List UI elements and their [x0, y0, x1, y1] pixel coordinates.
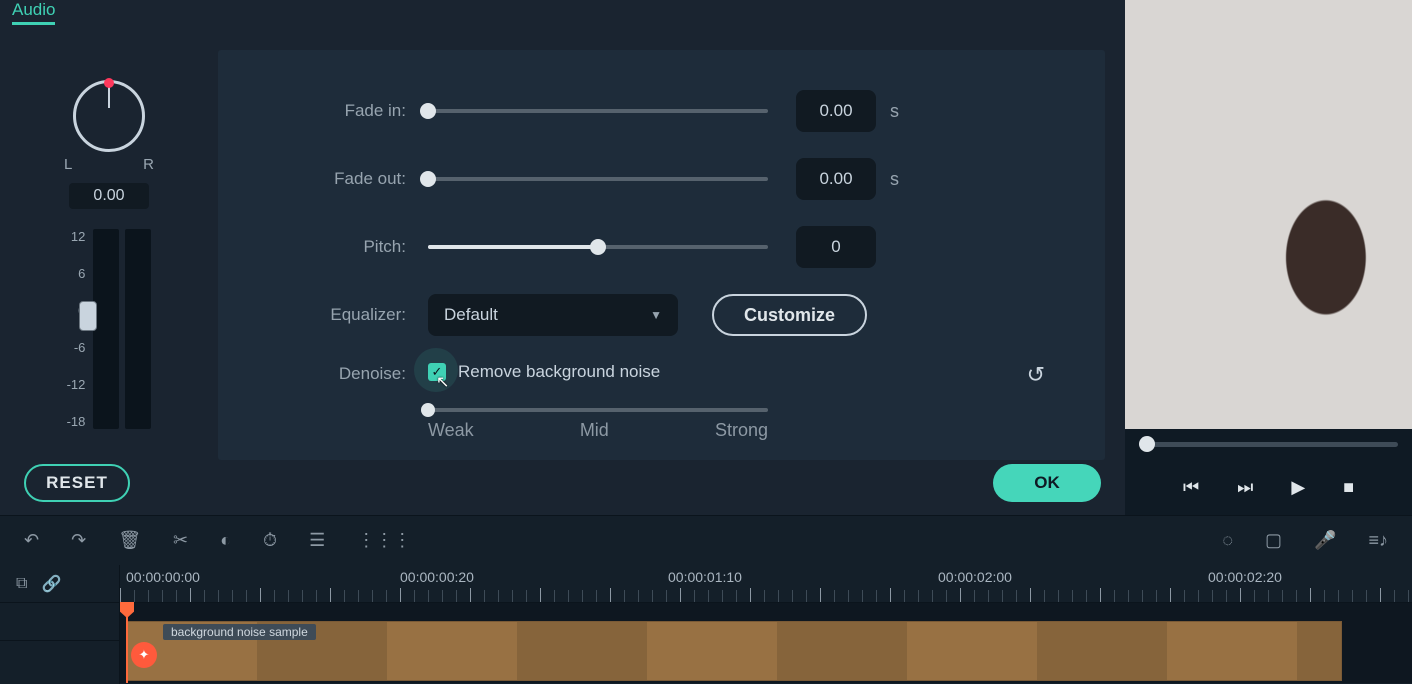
step-back-icon[interactable]: ⏮: [1183, 477, 1199, 498]
equalizer-label: Equalizer:: [278, 305, 428, 325]
preview-pane: ⏮ ⏭ ▶ ■: [1125, 0, 1412, 515]
voiceover-icon[interactable]: 🎤: [1314, 530, 1336, 551]
play-icon[interactable]: ▶: [1291, 477, 1305, 498]
timeline: ⧉ 🔗 00:00:00:00 00:00:00:20 00:00:01:10 …: [0, 565, 1412, 684]
clip-label: background noise sample: [163, 624, 316, 640]
pan-right-label: R: [143, 156, 154, 173]
meter-column: L R 0.00 12 6 0 -6 -12 -18: [0, 50, 218, 460]
video-clip[interactable]: ✦ background noise sample: [126, 621, 1342, 681]
denoise-slider[interactable]: [428, 408, 768, 412]
timeline-track-headers: ⧉ 🔗: [0, 565, 120, 684]
denoise-checkbox-label: Remove background noise: [458, 362, 660, 382]
render-icon[interactable]: ◌: [1222, 530, 1233, 551]
fade-out-slider[interactable]: [428, 177, 768, 181]
preview-scrubber[interactable]: [1125, 429, 1412, 459]
db-meter: 12 6 0 -6 -12 -18: [67, 229, 152, 439]
pan-dial[interactable]: [73, 80, 145, 152]
timecode: 00:00:02:20: [1208, 569, 1282, 585]
meter-bar-left: [93, 229, 119, 429]
fade-in-slider[interactable]: [428, 109, 768, 113]
tab-audio[interactable]: Audio: [12, 0, 55, 25]
fade-in-value[interactable]: 0.00: [796, 90, 876, 132]
equalizer-select[interactable]: Default ▼: [428, 294, 678, 336]
step-forward-icon[interactable]: ⏭: [1237, 477, 1253, 498]
timecode: 00:00:02:00: [938, 569, 1012, 585]
pan-value: 0.00: [69, 183, 148, 209]
reset-icon[interactable]: ↺: [1027, 362, 1045, 388]
equalizer-selected: Default: [444, 305, 498, 325]
timeline-ruler[interactable]: 00:00:00:00 00:00:00:20 00:00:01:10 00:0…: [120, 565, 1412, 603]
pan-left-label: L: [64, 156, 72, 173]
redo-icon[interactable]: ↷: [71, 530, 86, 551]
playhead[interactable]: [126, 603, 128, 683]
link-icon[interactable]: 🔗: [41, 574, 61, 594]
customize-button[interactable]: Customize: [712, 294, 867, 336]
fade-out-value[interactable]: 0.00: [796, 158, 876, 200]
timecode: 00:00:00:00: [126, 569, 200, 585]
fade-out-label: Fade out:: [278, 169, 428, 189]
pan-lr-labels: L R: [64, 156, 154, 173]
reset-button[interactable]: RESET: [24, 464, 130, 502]
timeline-tracks[interactable]: ✦ background noise sample: [120, 603, 1412, 683]
clip-fx-icon[interactable]: ✦: [131, 642, 157, 668]
denoise-label: Denoise:: [278, 362, 428, 384]
audio-panel: Audio L R 0.00 12 6 0: [0, 0, 1125, 515]
settings-icon[interactable]: ☰: [309, 530, 325, 551]
marker-icon[interactable]: ▢: [1265, 530, 1282, 551]
audio-controls: Fade in: 0.00 s Fade out: 0.00 s Pitch: …: [218, 50, 1105, 460]
pitch-value[interactable]: 0: [796, 226, 876, 268]
pitch-slider[interactable]: [428, 245, 768, 249]
video-track-header[interactable]: [0, 603, 119, 641]
meter-bar-right: [125, 229, 151, 429]
ok-button[interactable]: OK: [993, 464, 1101, 502]
fade-in-label: Fade in:: [278, 101, 428, 121]
add-track-icon[interactable]: ⧉: [16, 575, 27, 593]
fade-out-unit: s: [890, 169, 899, 190]
audio-wave-icon[interactable]: ⋮⋮⋮: [357, 530, 411, 551]
timecode: 00:00:00:20: [400, 569, 474, 585]
preview-transport: ⏮ ⏭ ▶ ■: [1125, 459, 1412, 515]
fade-in-unit: s: [890, 101, 899, 122]
undo-icon[interactable]: ↶: [24, 530, 39, 551]
chevron-down-icon: ▼: [650, 308, 662, 322]
split-icon[interactable]: ✂: [173, 530, 188, 551]
timecode: 00:00:01:10: [668, 569, 742, 585]
duration-icon[interactable]: ⏱: [263, 530, 277, 551]
timeline-toolbar: ↶ ↷ 🗑 ✂ ◐ ⏱ ☰ ⋮⋮⋮ ◌ ▢ 🎤 ≡♪: [0, 515, 1412, 565]
tab-bar: Audio: [0, 0, 1125, 25]
delete-icon[interactable]: 🗑: [118, 530, 141, 551]
preview-video: [1125, 0, 1412, 429]
stop-icon[interactable]: ■: [1343, 477, 1354, 498]
volume-slider[interactable]: [79, 301, 97, 331]
pitch-label: Pitch:: [278, 237, 428, 257]
speed-icon[interactable]: ◐: [220, 530, 231, 551]
cursor-icon: ↖: [436, 372, 449, 392]
mixer-icon[interactable]: ≡♪: [1368, 530, 1388, 551]
denoise-level-labels: Weak Mid Strong: [428, 420, 768, 441]
